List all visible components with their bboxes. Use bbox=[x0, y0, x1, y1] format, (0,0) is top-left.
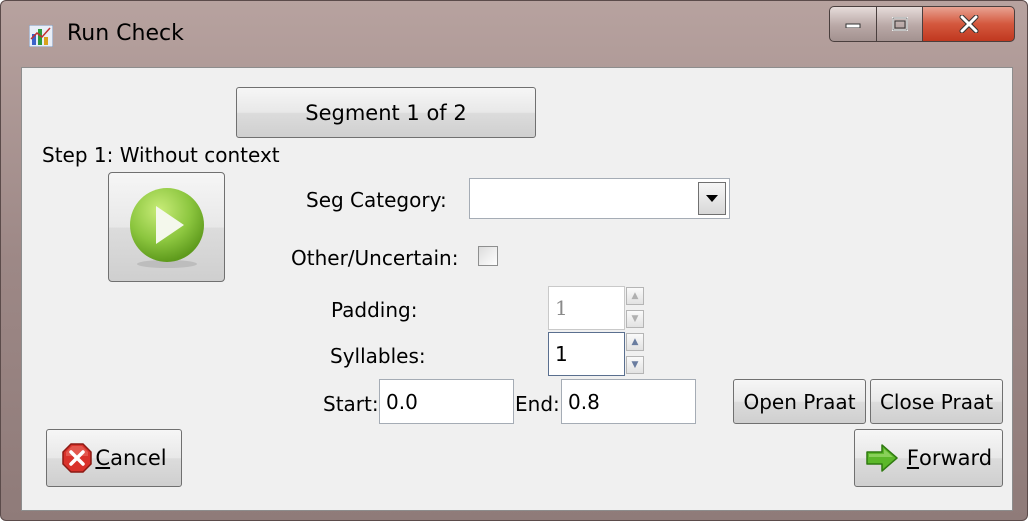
close-praat-label: Close Praat bbox=[879, 389, 994, 414]
syllables-up-arrow-icon[interactable]: ▲ bbox=[626, 333, 644, 351]
cancel-label: ancel bbox=[110, 446, 167, 470]
seg-category-label: Seg Category: bbox=[306, 188, 447, 212]
end-label: End: bbox=[515, 392, 560, 416]
step-label: Step 1: Without context bbox=[42, 143, 280, 167]
minimize-icon bbox=[845, 23, 861, 28]
padding-spinner[interactable]: ▲ ▼ bbox=[626, 287, 644, 328]
syllables-input[interactable]: 1 bbox=[548, 332, 625, 376]
end-input[interactable]: 0.8 bbox=[561, 379, 696, 424]
open-praat-label: Open Praat bbox=[743, 389, 856, 414]
window-controls bbox=[829, 6, 1015, 44]
green-arrow-right-icon bbox=[866, 444, 898, 472]
minimize-button[interactable] bbox=[829, 6, 877, 42]
forward-button[interactable]: Forward bbox=[854, 429, 1003, 487]
chart-app-icon bbox=[28, 24, 54, 48]
seg-category-select[interactable] bbox=[469, 178, 730, 219]
syllables-label: Syllables: bbox=[330, 344, 426, 368]
start-label: Start: bbox=[323, 392, 379, 416]
padding-label: Padding: bbox=[331, 298, 418, 322]
play-button[interactable] bbox=[108, 172, 225, 282]
padding-up-arrow-icon[interactable]: ▲ bbox=[626, 287, 644, 305]
open-praat-button[interactable]: Open Praat bbox=[733, 379, 866, 424]
close-button[interactable] bbox=[923, 6, 1015, 42]
window-title: Run Check bbox=[67, 21, 184, 46]
dialog-body: Segment 1 of 2 Step 1: Without context S… bbox=[21, 67, 1013, 511]
cancel-button[interactable]: Cancel bbox=[46, 429, 182, 487]
title-bar[interactable]: Run Check bbox=[1, 1, 1027, 67]
forward-mnemonic: F bbox=[906, 446, 919, 470]
cancel-x-icon bbox=[62, 443, 93, 473]
close-icon bbox=[959, 15, 978, 33]
start-input[interactable]: 0.0 bbox=[379, 379, 514, 424]
padding-value: 1 bbox=[555, 296, 568, 320]
forward-label: orward bbox=[918, 446, 993, 470]
other-uncertain-label: Other/Uncertain: bbox=[291, 246, 459, 270]
segment-button[interactable]: Segment 1 of 2 bbox=[236, 87, 536, 138]
syllables-spinner[interactable]: ▲ ▼ bbox=[626, 333, 644, 374]
seg-category-dropdown-button[interactable] bbox=[698, 182, 726, 215]
chevron-down-icon bbox=[706, 194, 718, 202]
run-check-window: Run Check Segment 1 of 2 Step 1: Without… bbox=[0, 0, 1028, 521]
other-uncertain-checkbox[interactable] bbox=[478, 246, 498, 266]
start-value: 0.0 bbox=[386, 389, 418, 414]
padding-down-arrow-icon[interactable]: ▼ bbox=[626, 310, 644, 328]
maximize-button[interactable] bbox=[877, 6, 923, 42]
play-icon bbox=[129, 188, 204, 268]
segment-button-label: Segment 1 of 2 bbox=[305, 100, 467, 125]
close-praat-button[interactable]: Close Praat bbox=[870, 379, 1003, 424]
padding-input[interactable]: 1 bbox=[548, 286, 625, 330]
maximize-icon bbox=[891, 17, 908, 31]
cancel-mnemonic: C bbox=[95, 446, 111, 470]
syllables-value: 1 bbox=[555, 342, 568, 366]
syllables-down-arrow-icon[interactable]: ▼ bbox=[626, 356, 644, 374]
end-value: 0.8 bbox=[568, 389, 600, 414]
